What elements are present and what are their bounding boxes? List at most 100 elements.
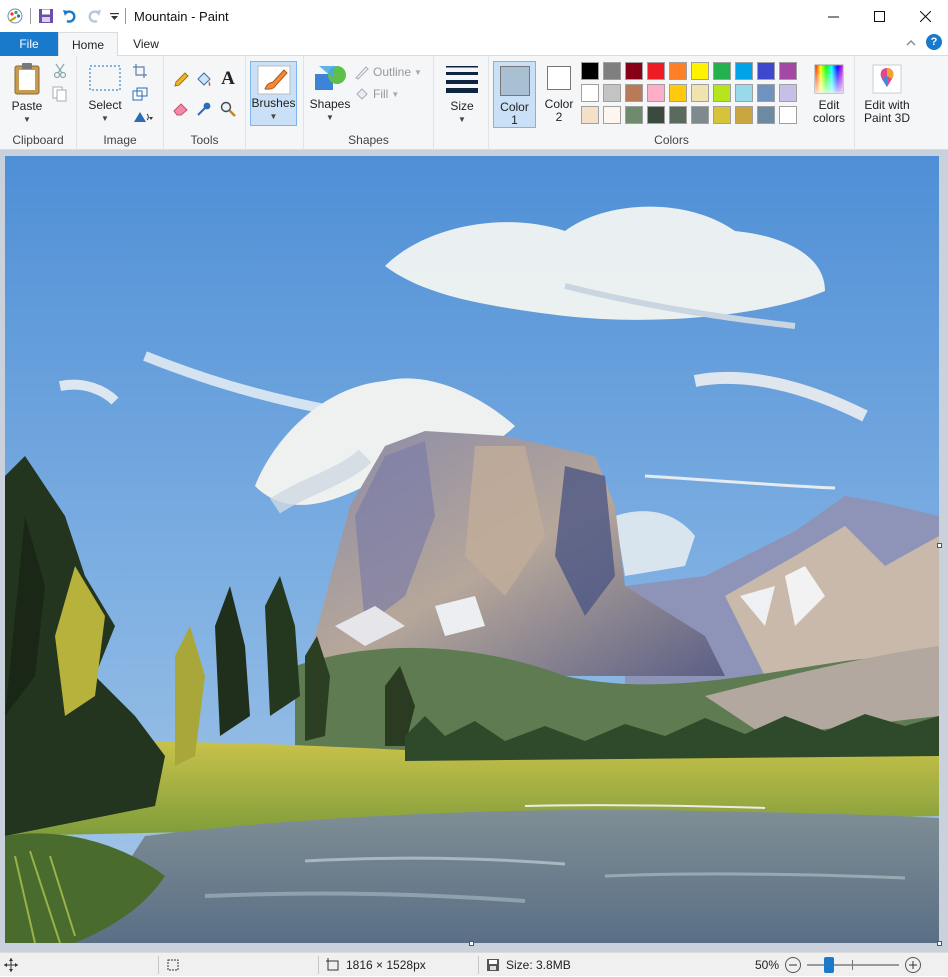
zoom-in-button[interactable] (905, 957, 921, 973)
palette-color-swatch[interactable] (691, 62, 709, 80)
paste-dropdown-icon[interactable]: ▼ (23, 113, 31, 126)
edit-colors-button[interactable]: Edit colors (809, 64, 849, 125)
canvas-resize-handle-bottom[interactable] (469, 941, 474, 946)
status-bar: 1816 × 1528px Size: 3.8MB 50% (0, 952, 948, 976)
palette-color-swatch[interactable] (735, 106, 753, 124)
undo-icon[interactable] (61, 7, 79, 25)
ribbon: Paste ▼ Clipboard Select ▼ Image A Tools… (0, 56, 948, 150)
palette-color-swatch[interactable] (713, 84, 731, 102)
copy-icon[interactable] (51, 85, 69, 103)
shapes-dropdown-icon[interactable]: ▼ (326, 111, 334, 124)
palette-color-swatch[interactable] (669, 62, 687, 80)
customize-qat-icon[interactable] (109, 7, 119, 25)
palette-color-swatch[interactable] (647, 106, 665, 124)
fill-bucket-icon[interactable] (195, 71, 213, 89)
pencil-icon[interactable] (172, 71, 190, 89)
select-button[interactable]: Select ▼ (85, 64, 125, 125)
palette-color-swatch[interactable] (713, 62, 731, 80)
quick-access-toolbar (0, 0, 126, 32)
canvas-workspace[interactable] (0, 150, 948, 952)
shapes-icon (315, 66, 346, 90)
palette-color-swatch[interactable] (757, 62, 775, 80)
drawing-canvas[interactable] (5, 156, 939, 943)
brushes-button[interactable]: Brushes ▼ (250, 61, 297, 126)
palette-color-swatch[interactable] (779, 84, 797, 102)
collapse-ribbon-icon[interactable] (906, 35, 916, 49)
canvas-resize-handle-corner[interactable] (937, 941, 942, 946)
select-dropdown-icon[interactable]: ▼ (101, 112, 109, 125)
palette-color-swatch[interactable] (757, 84, 775, 102)
clipboard-group: Paste ▼ Clipboard (0, 56, 77, 150)
brush-icon (257, 65, 290, 95)
color-picker-icon[interactable] (195, 100, 213, 118)
edit-colors-label-line2: colors (812, 111, 845, 125)
tab-file[interactable]: File (0, 32, 58, 56)
rotate-icon[interactable] (131, 108, 155, 126)
palette-color-swatch[interactable] (647, 84, 665, 102)
image-dimensions-icon (326, 958, 339, 971)
qat-separator (30, 8, 31, 24)
edit-colors-icon (814, 64, 844, 94)
size-dropdown-icon[interactable]: ▼ (458, 113, 466, 126)
palette-color-swatch[interactable] (779, 62, 797, 80)
palette-color-swatch[interactable] (603, 106, 621, 124)
edit-with-paint3d-button[interactable]: Edit with Paint 3D (859, 64, 915, 125)
clipboard-icon (14, 63, 40, 95)
canvas-resize-handle-right[interactable] (937, 543, 942, 548)
palette-color-swatch[interactable] (647, 62, 665, 80)
crop-icon[interactable] (131, 62, 149, 80)
size-button[interactable]: Size ▼ (442, 64, 482, 126)
paint-app-icon[interactable] (6, 7, 24, 25)
palette-color-swatch[interactable] (735, 84, 753, 102)
help-icon[interactable]: ? (926, 34, 942, 50)
palette-color-swatch[interactable] (625, 62, 643, 80)
palette-color-swatch[interactable] (581, 84, 599, 102)
color2-button[interactable]: Color 2 (540, 66, 578, 124)
color2-swatch (547, 66, 571, 90)
save-icon[interactable] (37, 7, 55, 25)
tools-group: A Tools (164, 56, 246, 150)
palette-color-swatch[interactable] (779, 106, 797, 124)
palette-color-swatch[interactable] (691, 84, 709, 102)
zoom-out-button[interactable] (785, 957, 801, 973)
maximize-button[interactable] (856, 0, 902, 32)
palette-color-swatch[interactable] (603, 84, 621, 102)
minimize-button[interactable] (810, 0, 856, 32)
ribbon-tabs: File Home View ? (0, 32, 948, 57)
outline-button[interactable]: Outline ▼ (354, 64, 422, 80)
paste-button[interactable]: Paste ▼ (8, 62, 46, 126)
palette-color-swatch[interactable] (669, 106, 687, 124)
palette-color-swatch[interactable] (757, 106, 775, 124)
shapes-button[interactable]: Shapes ▼ (308, 64, 352, 124)
palette-color-swatch[interactable] (735, 62, 753, 80)
palette-color-swatch[interactable] (691, 106, 709, 124)
magnifier-icon[interactable] (219, 100, 237, 118)
paint3d-group: Edit with Paint 3D (855, 56, 917, 150)
image-dimensions-text: 1816 × 1528px (346, 958, 426, 972)
palette-color-swatch[interactable] (625, 84, 643, 102)
redo-icon[interactable] (85, 7, 103, 25)
tab-home[interactable]: Home (58, 32, 118, 57)
close-button[interactable] (902, 0, 948, 32)
eraser-icon[interactable] (172, 100, 190, 118)
zoom-slider[interactable] (807, 957, 899, 973)
text-icon[interactable]: A (219, 68, 237, 89)
zoom-slider-thumb[interactable] (824, 957, 834, 973)
colors-group: Color 1 Color 2 Edit colors Colors (489, 56, 855, 150)
color2-label-line2: 2 (555, 110, 563, 124)
color1-button[interactable]: Color 1 (493, 61, 536, 128)
palette-color-swatch[interactable] (713, 106, 731, 124)
palette-color-swatch[interactable] (625, 106, 643, 124)
cut-icon[interactable] (51, 62, 69, 80)
palette-color-swatch[interactable] (603, 62, 621, 80)
palette-color-swatch[interactable] (581, 62, 599, 80)
fill-button[interactable]: Fill ▼ (354, 86, 399, 102)
resize-icon[interactable] (131, 85, 149, 103)
palette-color-swatch[interactable] (669, 84, 687, 102)
brushes-dropdown-icon[interactable]: ▼ (270, 110, 278, 123)
palette-color-swatch[interactable] (581, 106, 599, 124)
shapes-label: Shapes (309, 97, 351, 111)
colors-group-label: Colors (654, 133, 689, 147)
size-label: Size (450, 99, 474, 113)
tab-view[interactable]: View (120, 32, 172, 56)
